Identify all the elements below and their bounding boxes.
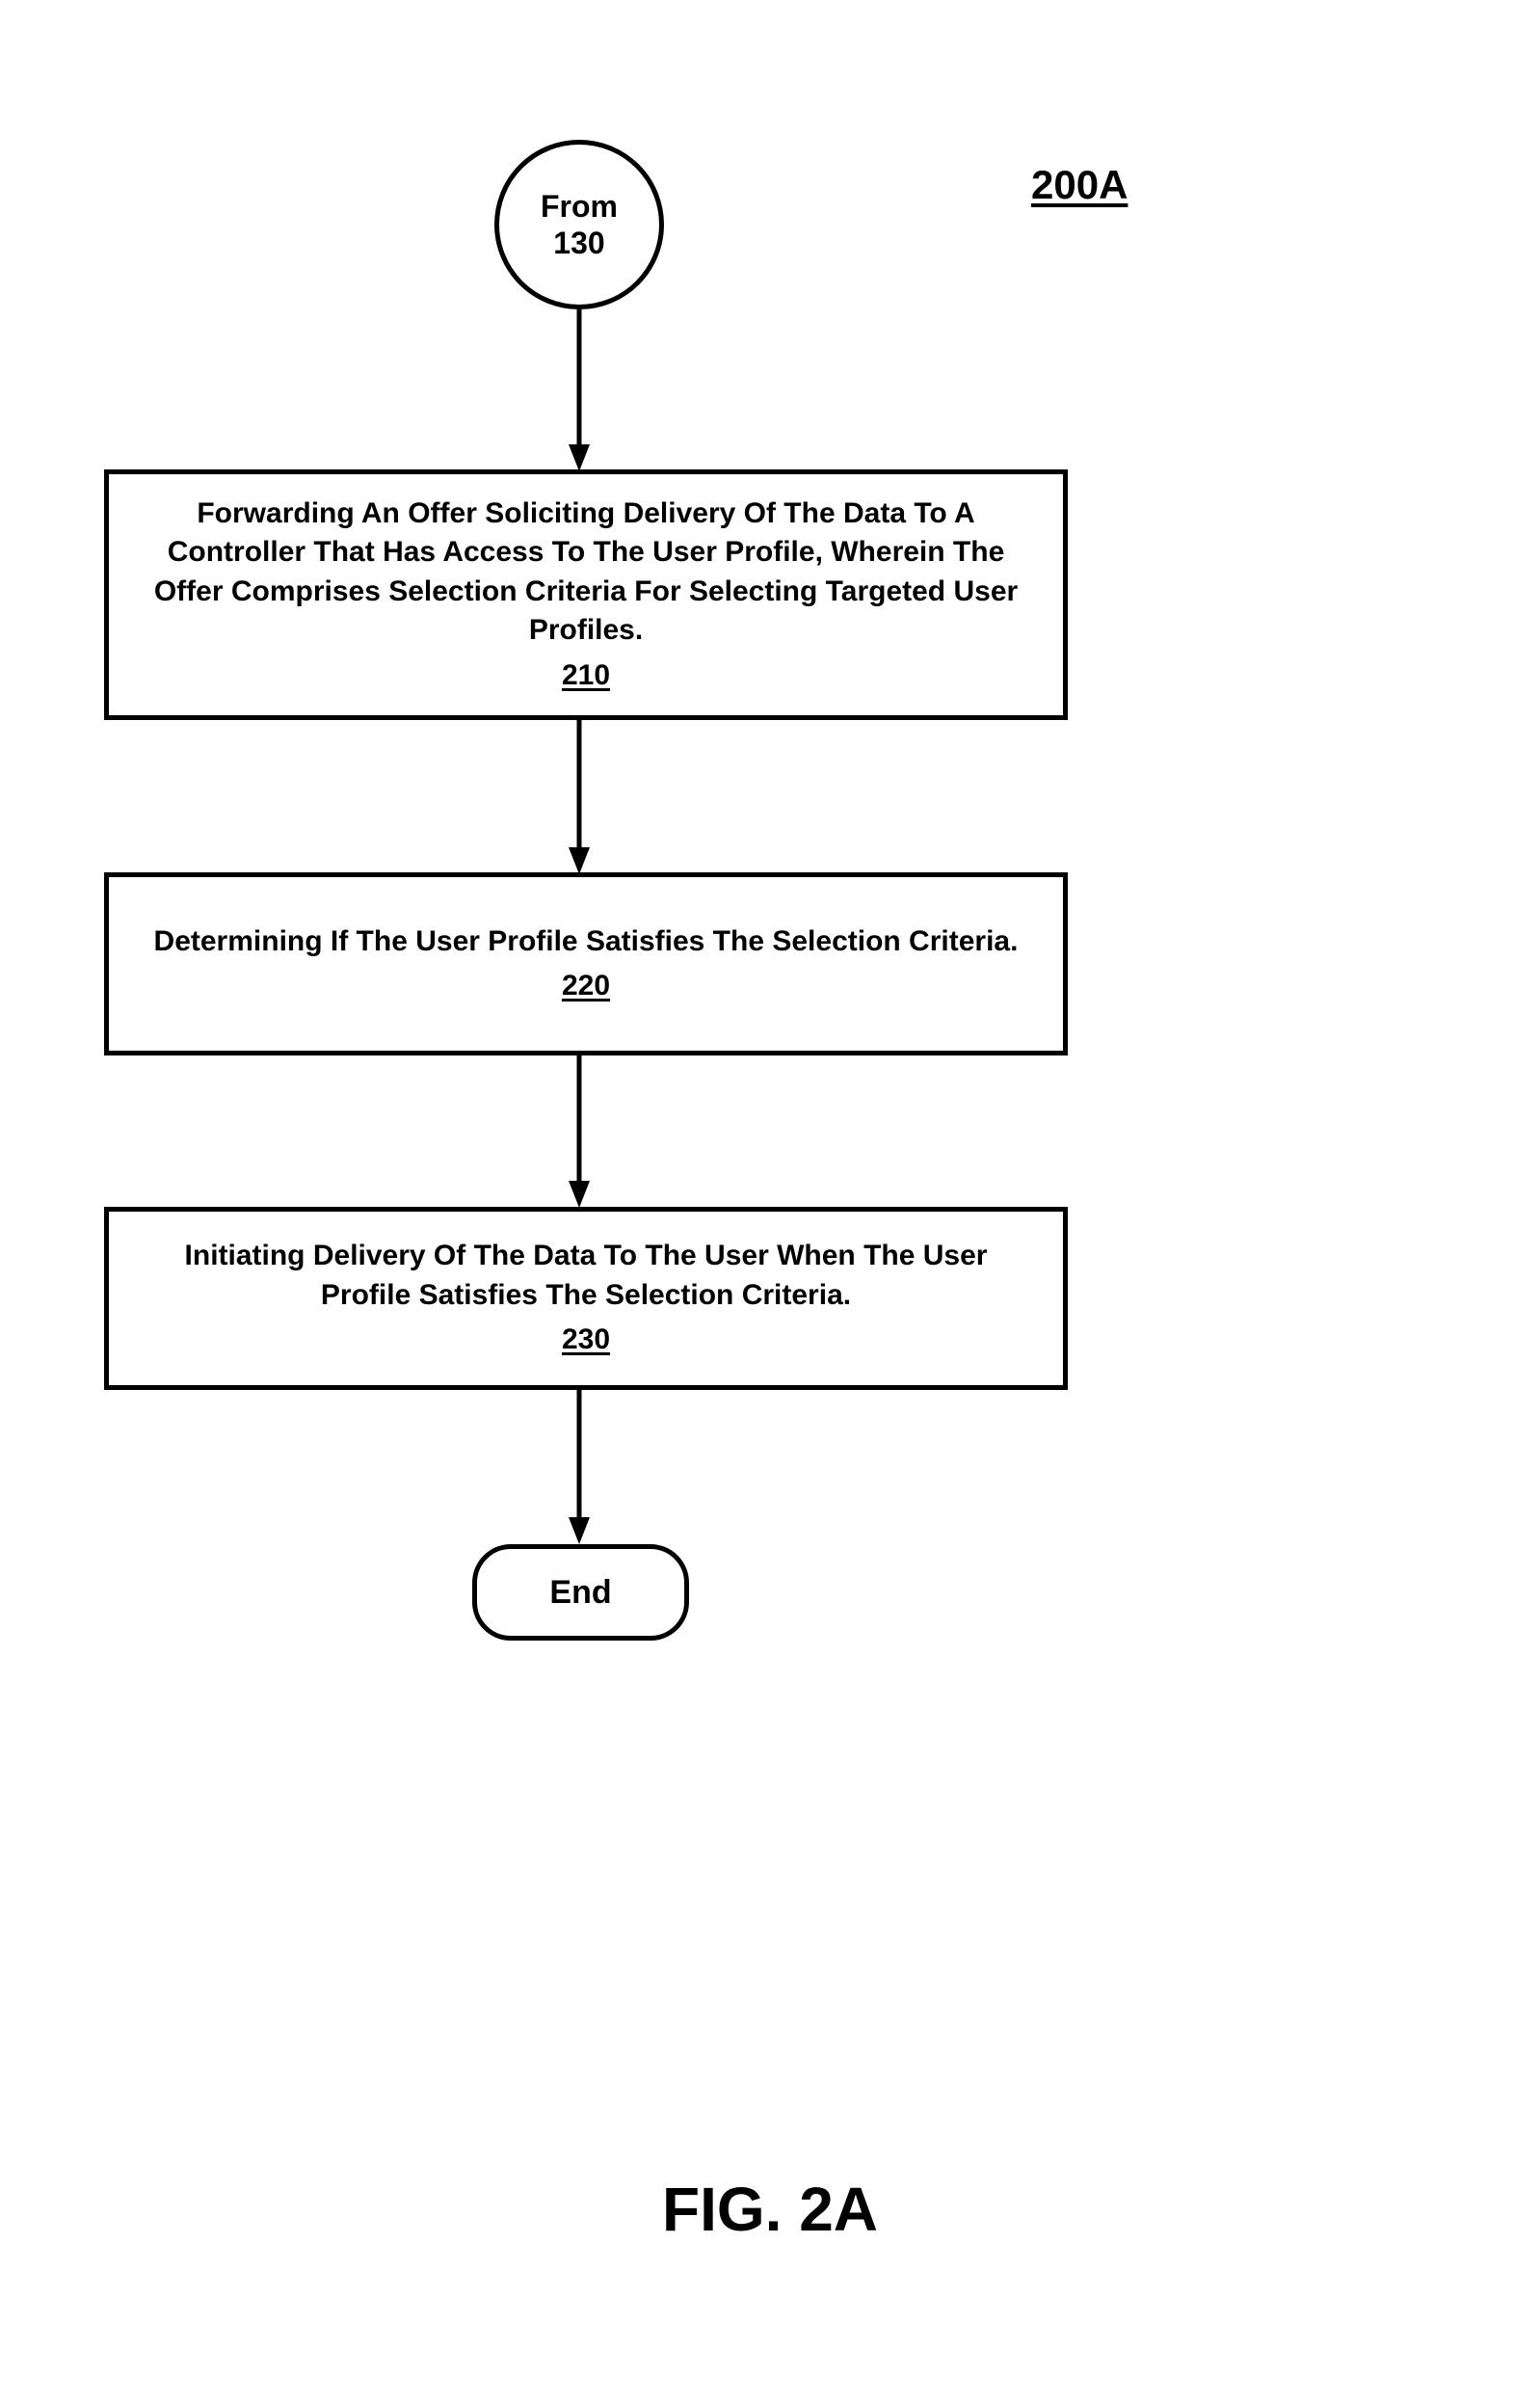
start-circle: From 130 xyxy=(494,140,664,309)
step-number: 230 xyxy=(562,1321,610,1360)
arrow-icon xyxy=(569,720,590,874)
step-box-220: Determining If The User Profile Satisfie… xyxy=(104,872,1068,1055)
end-pill: End xyxy=(472,1544,689,1641)
step-number: 210 xyxy=(562,656,610,696)
step-text: Determining If The User Profile Satisfie… xyxy=(154,922,1019,962)
step-box-210: Forwarding An Offer Soliciting Delivery … xyxy=(104,469,1068,720)
start-line2: 130 xyxy=(553,225,604,261)
arrow-icon xyxy=(569,1390,590,1544)
flowchart-page: 200A From 130 Forwarding An Offer Solici… xyxy=(0,0,1540,2404)
end-label: End xyxy=(549,1574,611,1612)
step-text: Forwarding An Offer Soliciting Delivery … xyxy=(142,494,1030,651)
arrow-icon xyxy=(569,309,590,471)
step-box-230: Initiating Delivery Of The Data To The U… xyxy=(104,1207,1068,1390)
start-line1: From xyxy=(541,188,618,225)
arrow-icon xyxy=(569,1055,590,1208)
figure-caption: FIG. 2A xyxy=(0,2174,1540,2245)
step-number: 220 xyxy=(562,967,610,1006)
figure-label: 200A xyxy=(1031,162,1128,208)
step-text: Initiating Delivery Of The Data To The U… xyxy=(142,1237,1030,1315)
